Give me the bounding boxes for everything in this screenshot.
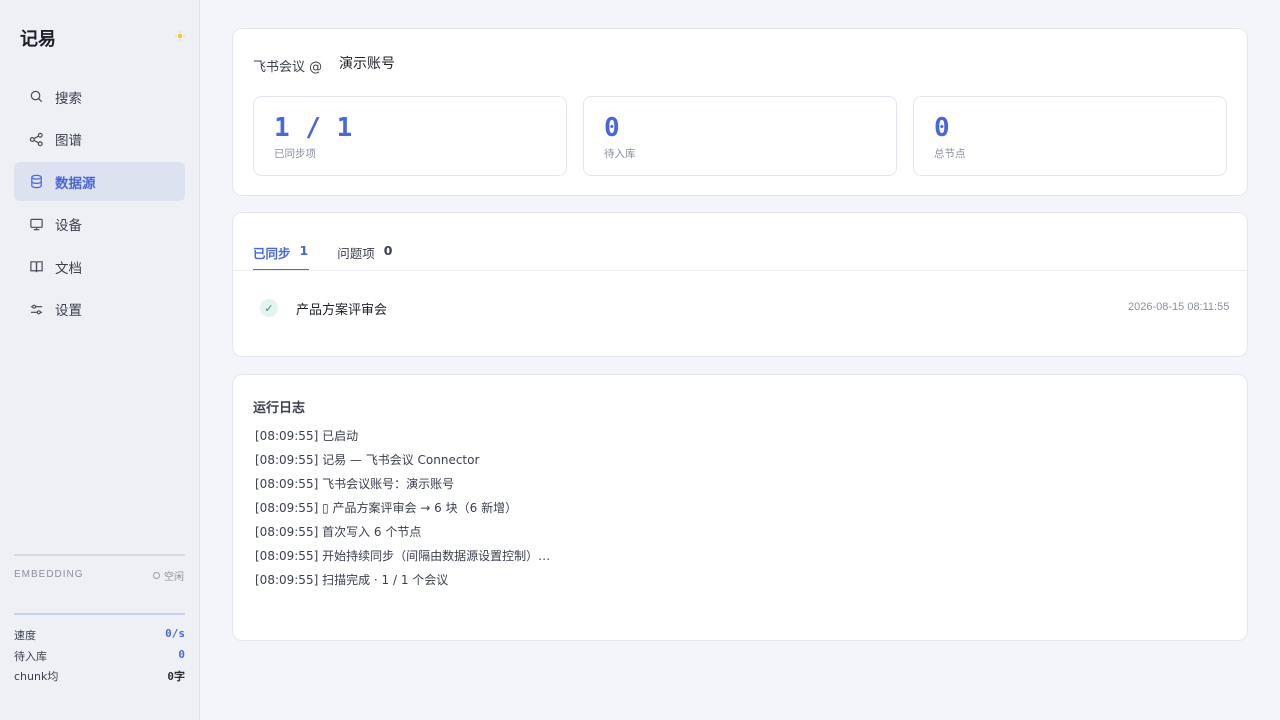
stat-label: 速度 (14, 629, 36, 642)
log-line: [08:09:55] 首次写入 6 个节点 (255, 525, 422, 539)
monitor-icon (29, 217, 44, 232)
metric-caption: 已同步项 (274, 148, 316, 160)
sidebar-item-label: 设置 (55, 303, 82, 319)
log-title: 运行日志 (253, 401, 306, 416)
stat-speed: 速度 0/s (14, 627, 185, 643)
metric-nodes: 0 总节点 (913, 96, 1227, 176)
tab-label: 问题项 (337, 246, 375, 261)
stat-value: 0 (178, 648, 185, 661)
metric-caption: 待入库 (604, 148, 636, 160)
run-log-card: 运行日志 [08:09:55] 已启动 [08:09:55] 记易 — 飞书会议… (232, 374, 1248, 641)
sidebar-item-devices[interactable]: 设备 (14, 205, 185, 244)
book-icon (29, 259, 44, 274)
status-dot-icon (153, 572, 160, 579)
sidebar-item-label: 搜索 (55, 90, 82, 107)
tab-synced[interactable]: 已同步 1 (253, 241, 310, 271)
stat-value: 0字 (167, 670, 185, 683)
sidebar-item-label: 数据源 (55, 175, 96, 192)
app-root: 记易 搜索 图谱 数据源 设备 文档 设置 EMBEDDING 空闲 速度 0/… (0, 0, 1280, 720)
log-output: [08:09:55] 已启动 [08:09:55] 记易 — 飞书会议 Conn… (255, 427, 550, 595)
account-name[interactable]: 演示账号 (339, 53, 395, 73)
log-line: [08:09:55] 已启动 (255, 429, 359, 443)
source-label: 飞书会议 @ (253, 60, 323, 75)
sidebar-item-settings[interactable]: 设置 (14, 290, 185, 329)
embedding-progress-bar (14, 613, 185, 615)
metric-caption: 总节点 (934, 148, 966, 160)
tab-issues[interactable]: 问题项 0 (337, 241, 392, 271)
embedding-label: EMBEDDING (14, 569, 84, 580)
stat-chunk-avg: chunk均 0字 (14, 668, 185, 684)
app-brand: 记易 (20, 29, 56, 50)
tab-count: 0 (383, 243, 393, 258)
sun-icon[interactable] (175, 31, 185, 41)
stat-pending: 待入库 0 (14, 648, 185, 664)
sidebar-item-search[interactable]: 搜索 (14, 77, 185, 116)
sidebar-item-label: 设备 (55, 218, 82, 234)
metric-value: 0 (604, 113, 620, 143)
check-icon: ✓ (260, 299, 278, 317)
embedding-status: 空闲 (153, 568, 184, 583)
sliders-icon (29, 302, 44, 317)
stat-value: 0/s (165, 627, 185, 640)
tab-label: 已同步 (253, 246, 291, 261)
sidebar-item-label: 文档 (55, 260, 82, 277)
embedding-status-text: 空闲 (164, 572, 184, 583)
sidebar-item-graph[interactable]: 图谱 (14, 120, 185, 159)
metric-value: 1 / 1 (274, 113, 353, 143)
list-item[interactable]: ✓ 产品方案评审会 2026-08-15 08:11:55 (253, 296, 1229, 320)
log-line: [08:09:55] 扫描完成 · 1 / 1 个会议 (255, 573, 449, 587)
log-line: [08:09:55] 开始持续同步（间隔由数据源设置控制）… (255, 549, 551, 563)
share-graph-icon (29, 132, 44, 147)
item-title: 产品方案评审会 (296, 302, 388, 318)
metric-synced: 1 / 1 已同步项 (253, 96, 567, 176)
log-line: [08:09:55] 飞书会议账号：演示账号 (255, 477, 455, 491)
log-line: [08:09:55] ▯ 产品方案评审会 → 6 块（6 新增） (255, 501, 518, 515)
database-icon (29, 174, 44, 189)
item-timestamp: 2026-08-15 08:11:55 (1128, 301, 1229, 313)
tab-count: 1 (299, 243, 309, 258)
stat-label: chunk均 (14, 670, 59, 683)
divider (14, 554, 185, 556)
metric-value: 0 (934, 113, 950, 143)
tab-bar: 已同步 1 问题项 0 (253, 241, 421, 271)
divider (233, 270, 1247, 271)
sync-list-card: 已同步 1 问题项 0 ✓ 产品方案评审会 2026-08-15 08:11:5… (232, 212, 1248, 357)
metric-pending: 0 待入库 (583, 96, 897, 176)
sidebar-nav: 搜索 图谱 数据源 设备 文档 设置 (14, 77, 185, 332)
source-overview-card: 飞书会议 @ 演示账号 1 / 1 已同步项 0 待入库 0 总节点 (232, 28, 1248, 196)
log-line: [08:09:55] 记易 — 飞书会议 Connector (255, 453, 480, 467)
sidebar-item-label: 图谱 (55, 133, 82, 149)
sidebar-item-datasource[interactable]: 数据源 (14, 162, 185, 201)
stat-label: 待入库 (14, 650, 47, 663)
sidebar-item-docs[interactable]: 文档 (14, 247, 185, 286)
sidebar: 记易 搜索 图谱 数据源 设备 文档 设置 EMBEDDING 空闲 速度 0/… (0, 0, 200, 720)
search-icon (29, 89, 44, 104)
